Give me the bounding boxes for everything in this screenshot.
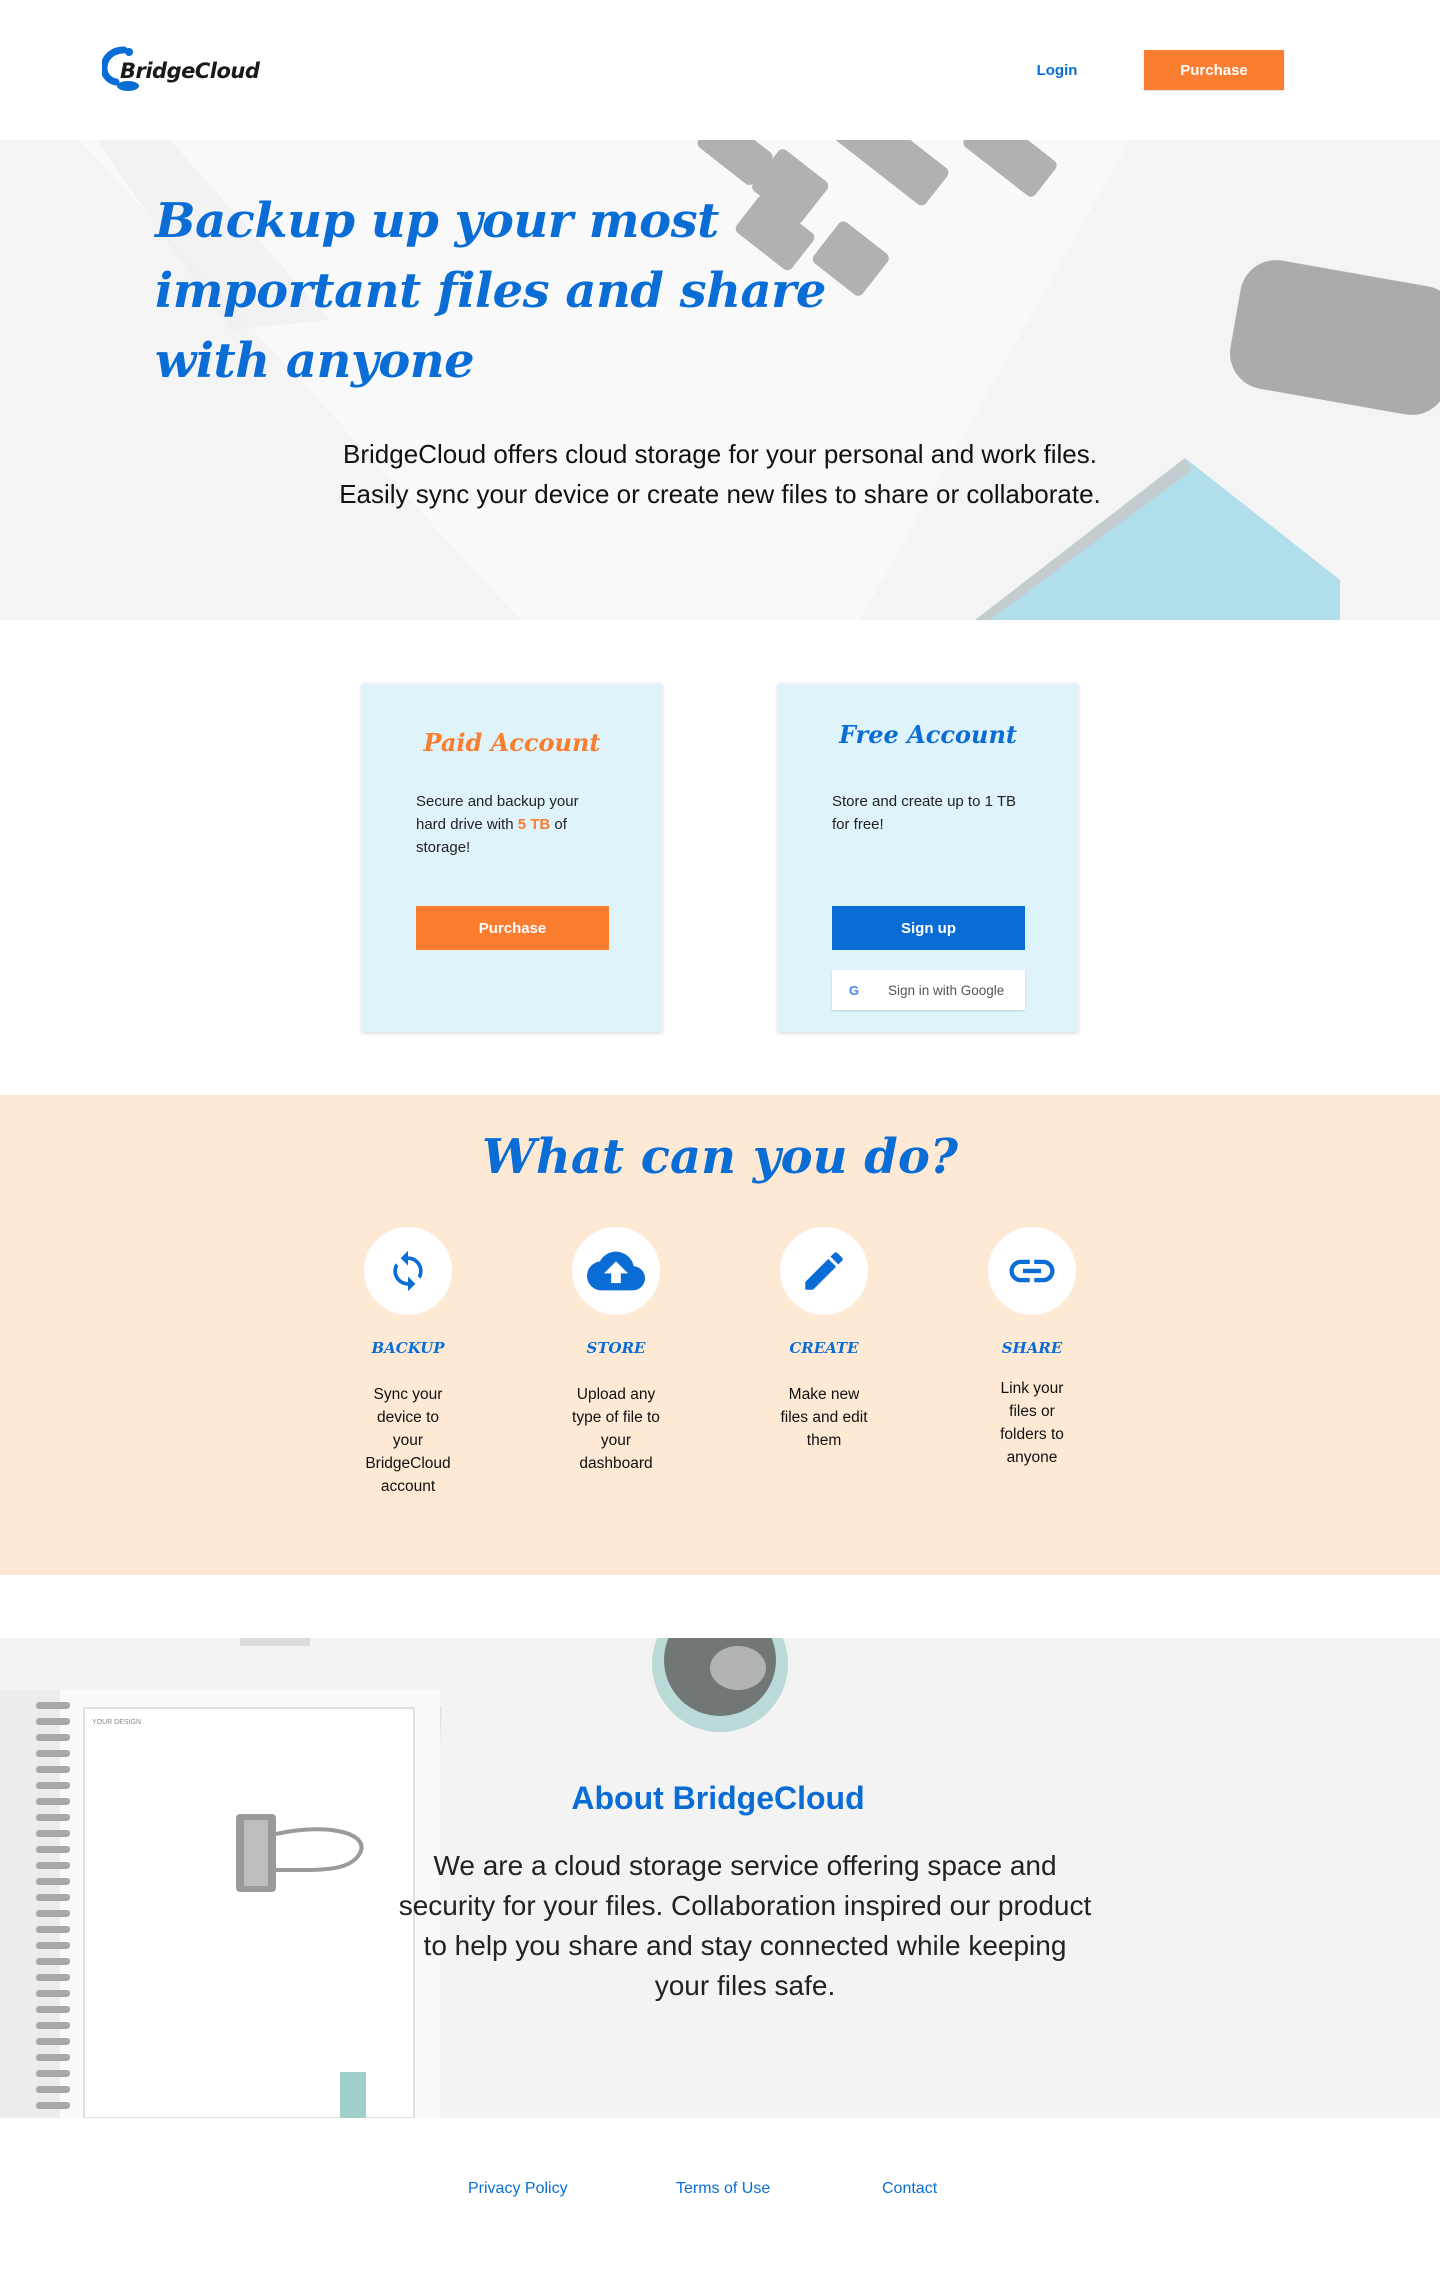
contact-link[interactable]: Contact [882, 2180, 937, 2198]
spiral-ring [36, 1910, 70, 1917]
spiral-ring [36, 1990, 70, 1997]
spiral-ring [36, 1830, 70, 1837]
spiral-ring [36, 2054, 70, 2061]
spiral-ring [36, 1750, 70, 1757]
purchase-button[interactable]: Purchase [416, 906, 609, 950]
about-text: We are a cloud storage service offering … [398, 1850, 1092, 2001]
features-title: What can you do? [482, 1129, 958, 1185]
feature-icon-circle [988, 1227, 1076, 1315]
paid-account-title: Paid Account [423, 728, 601, 757]
storage-amount: 5 TB [517, 816, 551, 833]
spiral-ring [36, 1846, 70, 1853]
about-section: YOUR DESIGN About BridgeCloud We are a c… [0, 1638, 1440, 2118]
cloud-upload-icon [587, 1251, 645, 1291]
spiral-ring [36, 1862, 70, 1869]
hero-title: Backup up your most important files and … [155, 193, 826, 389]
site-footer: Privacy Policy Terms of Use Contact [0, 2118, 1440, 2269]
feature-description: Sync your device to your BridgeCloud acc… [365, 1386, 451, 1495]
login-link[interactable]: Login [1012, 50, 1102, 90]
feature-label: CREATE [789, 1339, 859, 1357]
paid-account-description: Secure and backup your hard drive with 5… [416, 790, 606, 859]
google-sign-in-button[interactable]: G Sign in with Google [832, 970, 1025, 1010]
features-section: What can you do? BACKUP Sync your device… [0, 1095, 1440, 1575]
spiral-ring [36, 1926, 70, 1933]
feature-icon-circle [364, 1227, 452, 1315]
privacy-policy-link[interactable]: Privacy Policy [468, 2180, 568, 2198]
spiral-ring [36, 1718, 70, 1725]
spiral-ring [36, 1702, 70, 1709]
free-account-card: Free Account Store and create up to 1 TB… [778, 684, 1078, 1032]
spiral-ring [36, 2022, 70, 2029]
feature-icon-circle [780, 1227, 868, 1315]
spiral-ring [36, 2006, 70, 2013]
spiral-ring [36, 2102, 70, 2109]
spiral-ring [36, 1942, 70, 1949]
feature-description: Make new files and edit them [780, 1386, 868, 1449]
paid-account-card: Paid Account Secure and backup your hard… [362, 684, 662, 1032]
feature-description: Upload any type of file to your dashboar… [572, 1386, 660, 1472]
logo-text: BridgeCloud [120, 59, 260, 83]
hero-section: Backup up your most important files and … [0, 140, 1440, 620]
link-icon [1009, 1259, 1055, 1283]
spiral-ring [36, 1766, 70, 1773]
spiral-ring [36, 1734, 70, 1741]
feature-label: STORE [586, 1339, 646, 1357]
logo[interactable]: BridgeCloud [102, 44, 260, 96]
google-sign-in-label: Sign in with Google [888, 982, 1005, 998]
free-account-description: Store and create up to 1 TB for free! [832, 793, 1017, 833]
site-header: BridgeCloud Login Purchase [0, 0, 1440, 140]
about-title: About BridgeCloud [571, 1780, 865, 1816]
sync-icon [393, 1250, 423, 1292]
spiral-ring [36, 2038, 70, 2045]
pencil-icon [805, 1252, 843, 1290]
sign-up-button[interactable]: Sign up [832, 906, 1025, 950]
feature-label: SHARE [1001, 1339, 1063, 1357]
google-icon: G [848, 982, 860, 998]
spiral-ring [36, 1894, 70, 1901]
spiral-ring [36, 1974, 70, 1981]
feature-icon-circle [572, 1227, 660, 1315]
spiral-ring [36, 1878, 70, 1885]
free-account-title: Free Account [839, 720, 1017, 749]
spiral-ring [36, 1958, 70, 1965]
feature-label: BACKUP [371, 1339, 445, 1357]
header-purchase-button[interactable]: Purchase [1144, 50, 1284, 90]
terms-of-use-link[interactable]: Terms of Use [676, 2180, 770, 2198]
hero-description: BridgeCloud offers cloud storage for you… [339, 439, 1101, 509]
pricing-section: Paid Account Secure and backup your hard… [0, 620, 1440, 1095]
spiral-ring [36, 2070, 70, 2077]
feature-description: Link your files or folders to anyone [1000, 1380, 1064, 1466]
spiral-ring [36, 2086, 70, 2093]
notebook-label: YOUR DESIGN [92, 1719, 141, 1726]
